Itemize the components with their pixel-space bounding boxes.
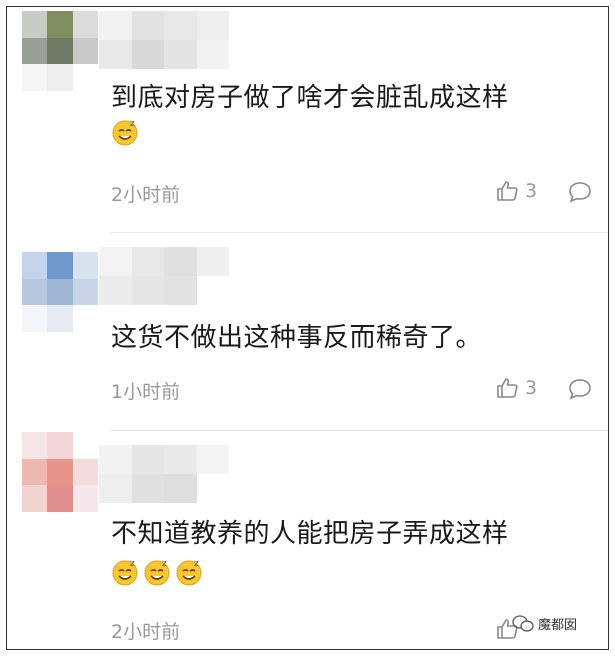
avatar[interactable] [22, 252, 98, 332]
like-button[interactable]: 3 [495, 376, 537, 400]
comment-time: 1小时前 [111, 381, 181, 403]
username[interactable] [99, 11, 229, 69]
comment-bubble-icon[interactable] [567, 377, 593, 401]
avatar[interactable] [22, 432, 98, 512]
svg-text:z: z [162, 559, 167, 569]
avatar[interactable] [22, 11, 98, 91]
watermark-label: 魔都囡 [538, 618, 578, 633]
username[interactable] [99, 247, 229, 305]
comment-list: 到底对房子做了啥才会脏乱成这样 z 2小时前 3 这货不做出这种事反而稀奇了。 … [6, 6, 609, 650]
svg-text:z: z [194, 559, 199, 569]
sleepy-smile-emoji: z [112, 119, 138, 146]
sleepy-smile-emoji: z [176, 559, 202, 586]
svg-text:z: z [130, 119, 135, 129]
watermark: 魔都囡 [512, 614, 577, 633]
comment-bubble-icon[interactable] [567, 180, 593, 204]
emoji-row: z z z [111, 557, 205, 587]
like-count: 3 [525, 377, 538, 399]
thumbs-up-icon [497, 378, 518, 398]
comment-text: 这货不做出这种事反而稀奇了。 [111, 323, 483, 353]
thumbs-up-icon [497, 181, 518, 201]
svg-text:z: z [130, 559, 135, 569]
comment-time: 2小时前 [111, 621, 181, 643]
sleepy-smile-emoji: z [144, 559, 170, 586]
username[interactable] [99, 445, 229, 503]
comment-time: 2小时前 [111, 184, 181, 206]
divider [111, 232, 608, 233]
like-button[interactable]: 3 [495, 179, 537, 203]
comment-text: 不知道教养的人能把房子弄成这样 [111, 519, 509, 549]
wechat-icon [512, 614, 534, 632]
sleepy-smile-emoji: z [112, 559, 138, 586]
comment-text: 到底对房子做了啥才会脏乱成这样 [111, 83, 509, 113]
divider [111, 430, 608, 431]
emoji-row: z [111, 117, 141, 147]
like-count: 3 [525, 180, 538, 202]
